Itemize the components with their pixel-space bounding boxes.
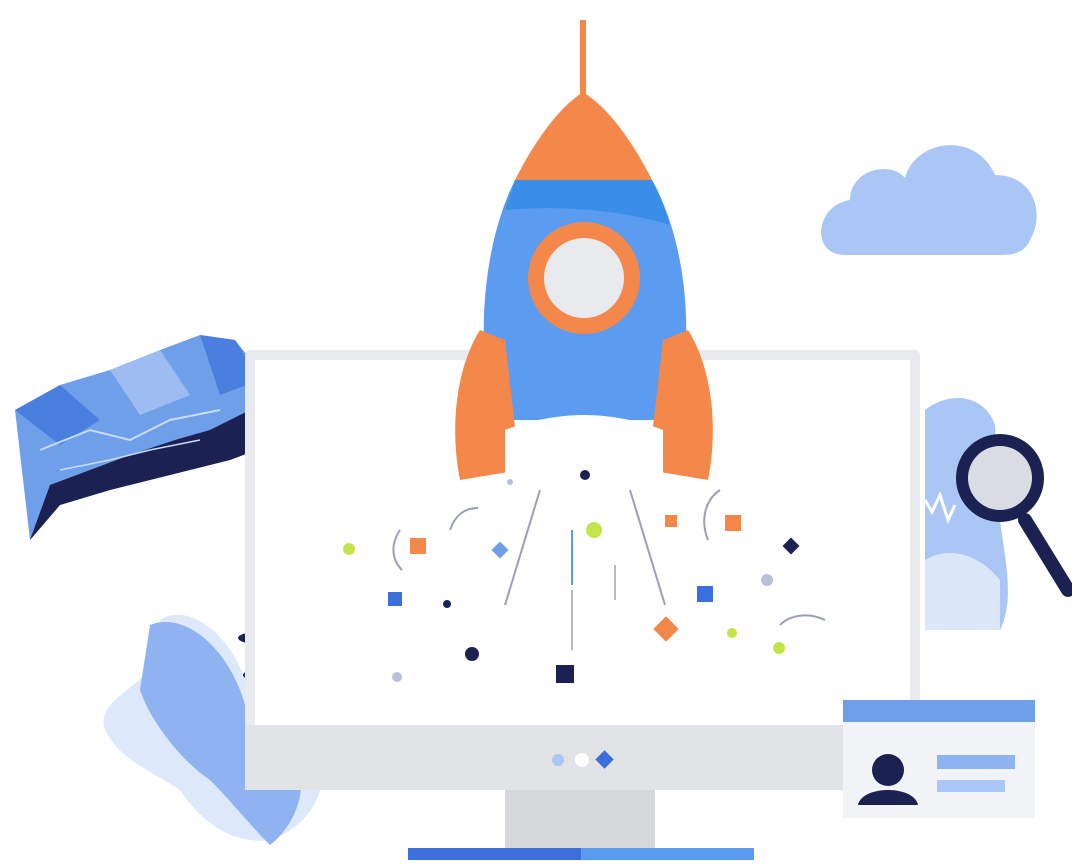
rocket-icon [455, 20, 713, 480]
progress-bar-fill [408, 848, 581, 860]
cloud-icon [821, 145, 1037, 255]
progress-bar [408, 848, 754, 860]
magnifying-glass-icon [923, 398, 1072, 630]
carousel-dot [575, 753, 589, 767]
carousel-dot [552, 754, 564, 766]
launch-illustration [15, 20, 1072, 860]
profile-card-icon [843, 700, 1035, 818]
